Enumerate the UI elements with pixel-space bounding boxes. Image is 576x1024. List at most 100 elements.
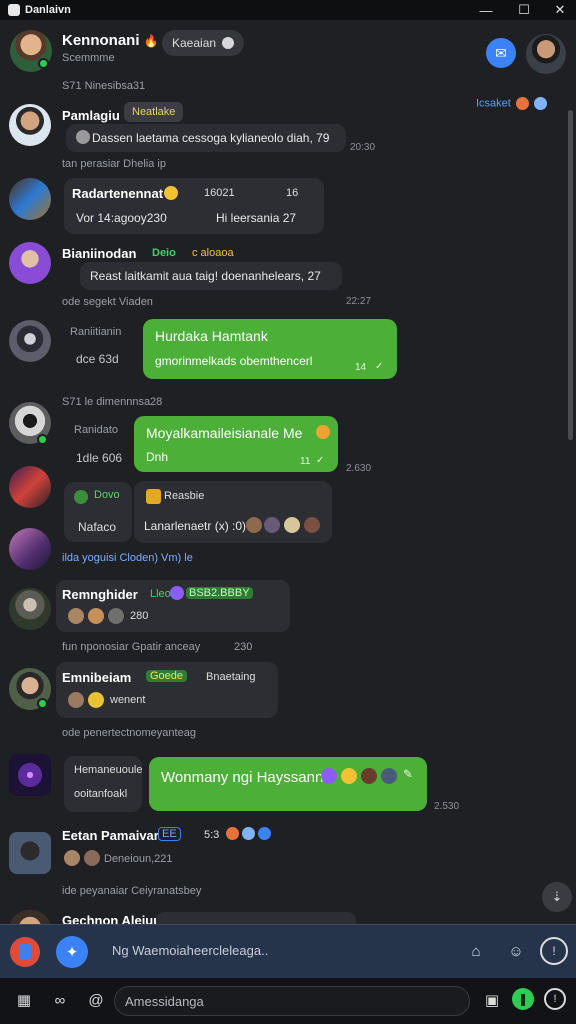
message-bubble[interactable]: Hurdaka Hamtank gmorinmelkads obemthence… (143, 319, 397, 379)
message-bubble[interactable]: Reast laitkamit aua taig! doenanhelears,… (80, 262, 342, 290)
emoji-icon (242, 827, 255, 840)
scroll-down-button[interactable]: ⇣ (542, 882, 572, 912)
message-meta: ilda yoguisi Cloden) Vm) le (62, 552, 193, 564)
emoji-icon (246, 517, 262, 533)
emoji-icon (316, 425, 330, 439)
message-time: 20:30 (350, 142, 376, 153)
message-bubble[interactable]: Reasbie Lanarlenaetr (x) :0) (134, 481, 332, 543)
message-sender: Ranidato (74, 424, 119, 436)
emoji-icon (164, 186, 178, 200)
avatar[interactable] (9, 104, 51, 146)
chat-header: Kennonani 🔥 Scemmme Kaeaian ✉ (0, 20, 576, 82)
message-tag: Goede (146, 670, 188, 682)
app-icon (8, 4, 20, 16)
message-sender: Eetan Pamaivar (62, 828, 159, 843)
message-meta: fun nponosiar Gpatir anceay (62, 641, 201, 653)
message-bubble[interactable]: Emnibeiam Goede Bnaetaing wenent (56, 662, 278, 718)
avatar[interactable] (9, 528, 51, 570)
message-bubble[interactable]: Radartenennat 16021 16 Vor 14:agooy230 H… (64, 178, 324, 234)
window-titlebar: Danlaivn — ☐ ✕ (0, 0, 576, 20)
message-meta: ide peyanaiar Ceiyranatsbey (62, 885, 202, 897)
minimize-button[interactable]: — (468, 0, 504, 20)
message-time: 230 (234, 641, 253, 653)
window-title: Danlaivn (25, 4, 71, 16)
avatar[interactable] (9, 832, 51, 874)
at-icon[interactable]: @ (84, 988, 108, 1012)
message-text: Deneioun,221 (104, 853, 173, 865)
home-icon[interactable]: ⌂ (462, 937, 490, 965)
composer-bar: ✦ Ng Waemoiaheercleleaga.. ⌂ ☺ ! (0, 924, 576, 978)
message-input[interactable]: Ng Waemoiaheercleleaga.. (112, 943, 268, 958)
messenger-icon[interactable]: ✉ (486, 38, 516, 68)
emoji-icon (321, 768, 337, 784)
emoji-icon (264, 517, 280, 533)
emoji-icon (68, 608, 84, 624)
maximize-button[interactable]: ☐ (506, 0, 542, 20)
emoji-icon (108, 608, 124, 624)
attach-icon[interactable]: ✦ (56, 936, 88, 968)
emoji-icon (258, 827, 271, 840)
reply-bubble[interactable]: Hemaneuoule ooitanfoakl (64, 756, 143, 812)
message-time: 2.530 (434, 801, 460, 812)
search-input[interactable]: Amessidanga (114, 986, 470, 1016)
status-icon[interactable]: ❚ (512, 988, 534, 1010)
message-tag: Deio (152, 247, 176, 259)
message-bubble[interactable]: Moyalkamaileisianale Me Dnh 11 ✓ (134, 416, 338, 472)
message-sub: 1dle 606 (76, 451, 123, 465)
message-sender: Bianiinodan (62, 246, 137, 261)
close-button[interactable]: ✕ (542, 0, 576, 20)
message-bubble[interactable]: Wonmany ngi Hayssann ✎ (149, 757, 427, 811)
reaction-icon (76, 130, 90, 144)
emoji-icon (146, 489, 161, 504)
emoji-icon (361, 768, 377, 784)
emoji-icon (88, 608, 104, 624)
avatar[interactable] (9, 588, 51, 630)
message-sub: dce 63d (76, 352, 119, 366)
message-tag: 5:3 (204, 829, 220, 841)
avatar-icon (74, 490, 88, 504)
avatar[interactable] (9, 320, 51, 362)
reply-bubble[interactable]: Dovo Nafaco (64, 482, 132, 542)
message-tag: EE (158, 827, 181, 841)
avatar[interactable] (9, 754, 51, 796)
message-sender: Gechnon Aleiuui (62, 913, 165, 924)
emoji-icon (170, 586, 184, 600)
message-tag: c aloaoa (192, 247, 234, 259)
apps-grid-icon[interactable]: ▦ (12, 988, 36, 1012)
message-bubble[interactable]: Remnghider Lleo BSB2.BBBY 280 (56, 580, 290, 632)
online-indicator (37, 698, 48, 709)
online-indicator (38, 58, 49, 69)
gif-icon[interactable]: ▣ (480, 988, 504, 1012)
emoji-icon (64, 850, 80, 866)
avatar[interactable] (9, 242, 51, 284)
right-link[interactable]: Icsaket (476, 97, 547, 110)
info-icon (222, 37, 235, 49)
link-icon[interactable]: ∞ (48, 988, 72, 1012)
emoji-icon (88, 692, 104, 708)
info-icon[interactable]: ! (540, 937, 568, 965)
message-tag: BSB2.BBBY (186, 587, 253, 599)
read-check-icon: ✓ (375, 361, 384, 372)
emoji-icon (84, 850, 100, 866)
camera-icon[interactable] (10, 937, 40, 967)
message-meta: ode penertectnomeyanteag (62, 727, 196, 739)
message-bubble[interactable] (156, 912, 356, 924)
bottom-toolbar: ▦ ∞ @ Amessidanga ▣ ❚ ! (0, 978, 576, 1024)
header-pill[interactable]: Kaeaian (162, 30, 245, 56)
emoji-icon (341, 768, 357, 784)
contact-name[interactable]: Kennonani 🔥 (62, 32, 159, 49)
message-time: 22:27 (346, 296, 372, 307)
contact-status: Scemmme (62, 52, 115, 64)
help-icon[interactable]: ! (544, 988, 566, 1010)
avatar[interactable] (9, 178, 51, 220)
emoji-picker-icon[interactable]: ☺ (502, 937, 530, 965)
user-avatar[interactable] (526, 34, 566, 74)
message-meta: tan perasiar Dhelia ip (62, 158, 166, 170)
message-bubble[interactable]: Dassen laetama cessoga kylianeolo diah, … (66, 124, 346, 152)
avatar[interactable] (9, 466, 51, 508)
scrollbar[interactable] (568, 110, 573, 440)
message-meta: ode segekt Viaden (62, 296, 153, 308)
emoji-icon (381, 768, 397, 784)
emoji-icon (304, 517, 320, 533)
date-separator: S71 le dimennnsa28 (62, 396, 163, 408)
